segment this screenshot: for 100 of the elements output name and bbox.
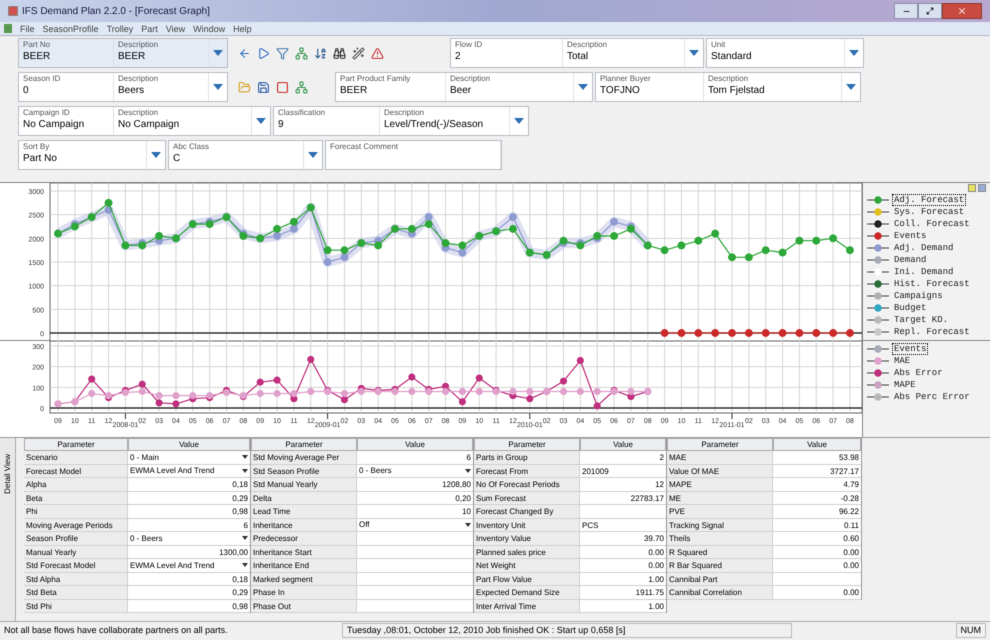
wand-icon[interactable] xyxy=(352,46,365,60)
legend-item[interactable]: Demand xyxy=(893,255,928,265)
dropdown-caret-icon[interactable] xyxy=(465,522,471,527)
legend-item[interactable]: Adj. Forecast xyxy=(893,195,966,205)
field-value[interactable]: No Campaign xyxy=(23,118,109,132)
value-dropdown[interactable]: 0 - Beers xyxy=(357,464,473,478)
legend-item[interactable]: Adj. Demand xyxy=(893,243,954,253)
column-header[interactable]: Parameter xyxy=(667,438,773,451)
document-icon xyxy=(4,24,12,33)
data-point xyxy=(458,398,466,406)
parameter-cell: Inventory Value xyxy=(474,532,580,546)
dropdown-caret-icon[interactable] xyxy=(242,455,248,460)
field-label: Description xyxy=(118,74,160,84)
parameter-cell: PVE xyxy=(667,505,773,518)
warning-icon[interactable] xyxy=(371,46,384,60)
value-dropdown[interactable]: 0 - Beers xyxy=(128,532,250,546)
column-header[interactable]: Value xyxy=(580,438,666,451)
legend-item[interactable]: Target KD. xyxy=(893,315,950,325)
field-value[interactable]: BEER xyxy=(118,50,204,64)
data-point xyxy=(560,388,568,396)
legend-item[interactable]: Hist. Forecast xyxy=(893,279,971,289)
save-icon[interactable] xyxy=(257,80,270,94)
column-header[interactable]: Value xyxy=(357,438,473,451)
close-button[interactable] xyxy=(942,3,982,19)
data-point xyxy=(256,390,264,398)
legend-item[interactable]: Abs Error xyxy=(893,368,944,378)
dropdown-caret-icon[interactable] xyxy=(465,468,471,473)
value-dropdown[interactable]: 0 - Main xyxy=(128,451,250,464)
stop-icon[interactable] xyxy=(276,80,289,94)
column-header[interactable]: Value xyxy=(773,438,861,451)
value-cell: 0.00 xyxy=(773,546,861,559)
binoculars-icon[interactable] xyxy=(333,46,346,60)
column-header[interactable]: Parameter xyxy=(251,438,357,451)
data-point xyxy=(812,236,820,245)
maximize-icon[interactable] xyxy=(926,7,934,15)
field-value[interactable]: No Campaign xyxy=(118,118,247,132)
legend-item[interactable]: MAPE xyxy=(893,380,917,390)
menu-item[interactable]: Part xyxy=(141,22,158,34)
menu-item[interactable]: View xyxy=(166,22,186,34)
legend-item[interactable]: Campaigns xyxy=(893,291,944,301)
column-header[interactable]: Parameter xyxy=(24,438,128,451)
menu-item[interactable]: Trolley xyxy=(106,22,134,34)
sort-icon[interactable] xyxy=(314,46,327,60)
value-dropdown[interactable]: EWMA Level And Trend xyxy=(128,559,250,572)
menu-item[interactable]: Window xyxy=(193,22,226,34)
data-point xyxy=(711,230,720,238)
tree-icon[interactable] xyxy=(295,80,308,94)
dropdown-caret-icon[interactable] xyxy=(242,536,248,540)
value-cell: 2 xyxy=(580,451,666,464)
field-value[interactable]: Tom Fjelstad xyxy=(708,84,837,98)
field-value[interactable]: BEER xyxy=(340,84,441,98)
legend-item[interactable]: Events xyxy=(893,231,928,241)
detail-view-tab[interactable]: Detail View xyxy=(2,454,14,494)
field-value[interactable]: Part No xyxy=(23,152,142,166)
field-value[interactable]: Standard xyxy=(711,50,840,64)
data-point xyxy=(576,388,584,396)
field-value[interactable]: Beers xyxy=(118,84,204,98)
funnel-icon[interactable] xyxy=(276,46,289,60)
field-value[interactable]: Total xyxy=(567,50,680,64)
menu-item[interactable]: Help xyxy=(233,22,252,34)
parameter-cell: Lead Time xyxy=(251,505,357,518)
legend-item[interactable]: Coll. Forecast xyxy=(893,219,971,229)
data-point xyxy=(424,220,433,228)
legend-item[interactable]: Repl. Forecast xyxy=(893,327,971,337)
status-job-text: Tuesday ,08:01, October 12, 2010 Job finished OK : Start up 0,658 [s] xyxy=(342,622,792,638)
value-dropdown[interactable]: EWMA Level And Trend xyxy=(128,464,250,478)
tree-icon[interactable] xyxy=(295,46,308,60)
legend-item[interactable]: Budget xyxy=(893,303,928,313)
legend-item[interactable]: Ini. Demand xyxy=(893,267,954,277)
dropdown-caret-icon[interactable] xyxy=(242,563,248,568)
menu-item[interactable]: SeasonProfile xyxy=(42,22,99,34)
column-header[interactable]: Parameter xyxy=(474,438,580,451)
parameter-cell: Std Alpha xyxy=(24,572,128,586)
dropdown-caret-icon[interactable] xyxy=(242,468,248,473)
field-value[interactable]: BEER xyxy=(23,50,109,64)
data-point xyxy=(744,253,753,262)
field-value[interactable]: 2 xyxy=(455,50,558,64)
maximize-button[interactable] xyxy=(918,3,942,19)
field-value[interactable]: C xyxy=(173,152,299,166)
value-dropdown[interactable]: Off xyxy=(357,518,473,532)
field-value[interactable]: TOFJNO xyxy=(600,84,699,98)
menu-item[interactable]: File xyxy=(20,22,35,34)
legend-item[interactable]: MAE xyxy=(893,356,912,366)
app-icon xyxy=(8,6,18,16)
close-icon[interactable] xyxy=(957,6,967,16)
field-value[interactable]: 0 xyxy=(23,84,109,98)
legend-item[interactable]: Abs Perc Error xyxy=(893,392,971,402)
field-value[interactable]: 9 xyxy=(278,118,375,132)
legend-item[interactable]: Sys. Forecast xyxy=(893,207,966,217)
data-point xyxy=(274,376,281,384)
value-cell: 0.11 xyxy=(773,518,861,532)
field-value[interactable]: Level/Trend(-)/Season xyxy=(384,118,505,132)
value-cell: 0,98 xyxy=(128,505,250,518)
value-cell: 3727.17 xyxy=(773,464,861,478)
column-header[interactable]: Value xyxy=(128,438,250,451)
legend-item[interactable]: Events xyxy=(893,344,928,354)
field-value[interactable]: Beer xyxy=(450,84,569,98)
parameter-cell: MAE xyxy=(667,451,773,464)
play-icon[interactable] xyxy=(257,46,270,60)
back-arrow-icon[interactable] xyxy=(238,46,251,60)
